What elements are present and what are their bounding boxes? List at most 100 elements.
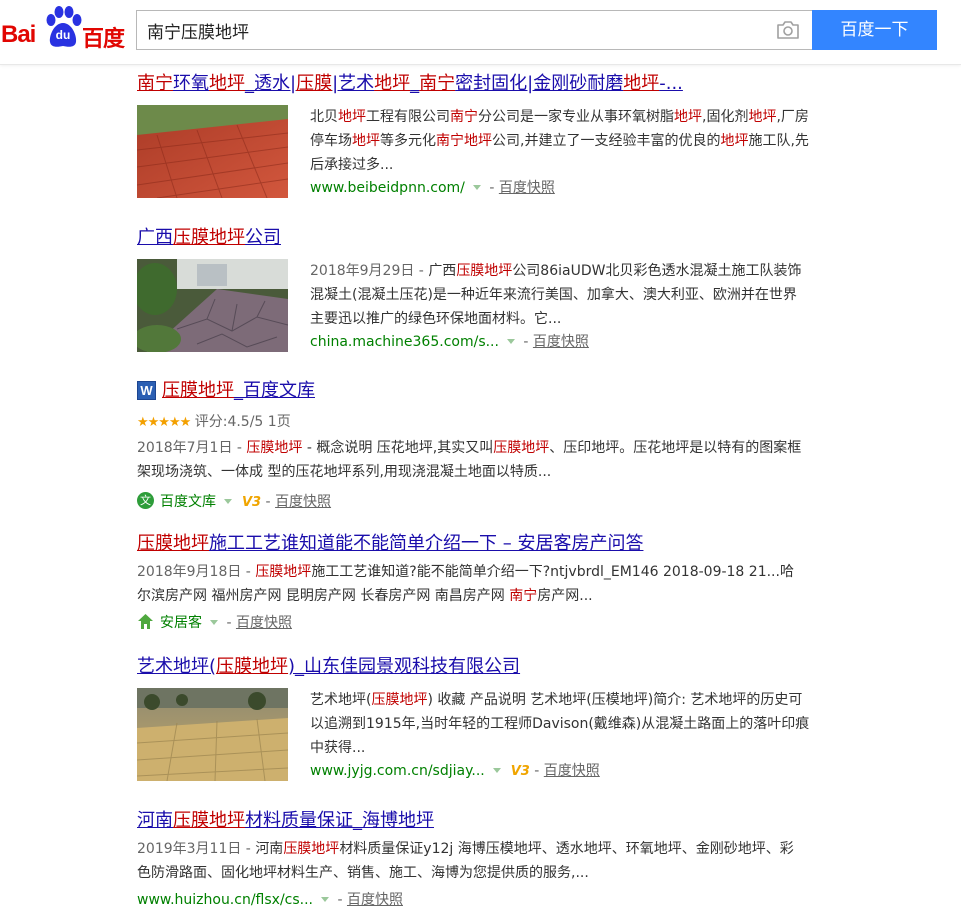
result-abstract: 北贝地坪工程有限公司南宁分公司是一家专业从事环氧树脂地坪,固化剂地坪,厂房停车场… <box>310 105 810 177</box>
result-body: 艺术地坪(压膜地坪) 收藏 产品说明 艺术地坪(压模地坪)简介: 艺术地坪的历史… <box>310 688 810 783</box>
abstract-part: 工程有限公司 <box>366 109 450 125</box>
abstract-part: 分公司是一家专业从事环氧树脂 <box>478 109 674 125</box>
title-part: 压膜地坪 <box>162 380 234 401</box>
title-part: 环氧 <box>173 73 209 94</box>
snapshot-link[interactable]: 百度快照 <box>236 615 292 631</box>
result-thumbnail[interactable] <box>137 688 288 781</box>
result-title-link[interactable]: 河南压膜地坪材料质量保证_海博地坪 <box>137 809 817 833</box>
title-part: 公司 <box>245 227 281 248</box>
result-title-link[interactable]: W 压膜地坪_百度文库 <box>137 379 817 403</box>
snapshot-link[interactable]: 百度快照 <box>275 494 331 510</box>
title-part: |艺术 <box>332 73 375 94</box>
word-document-icon: W <box>137 381 156 400</box>
result-item: 压膜地坪施工工艺谁知道能不能简单介绍一下 – 安居客房产问答 2018年9月18… <box>137 532 817 631</box>
dropdown-arrow-icon[interactable] <box>321 897 330 902</box>
dropdown-arrow-icon[interactable] <box>224 499 232 504</box>
result-url[interactable]: china.machine365.com/s... <box>310 334 499 350</box>
abstract-part: 地坪 <box>674 109 702 125</box>
wenku-icon: 文 <box>137 492 154 509</box>
rating-stars-icon: ★★★★★ <box>137 415 191 430</box>
dropdown-arrow-icon[interactable] <box>506 339 515 344</box>
abstract-part: 地坪 <box>464 133 492 149</box>
v3-badge-icon[interactable]: V3 <box>242 495 261 510</box>
result-url-line: china.machine365.com/s... - 百度快照 <box>310 331 810 353</box>
search-input[interactable] <box>137 11 757 49</box>
result-title-link[interactable]: 压膜地坪施工工艺谁知道能不能简单介绍一下 – 安居客房产问答 <box>137 532 817 556</box>
result-item: 河南压膜地坪材料质量保证_海博地坪 2019年3月11日 - 河南压膜地坪材料质… <box>137 809 817 908</box>
separator: - <box>261 494 276 510</box>
abstract-part: 河南 <box>255 841 284 857</box>
result-url[interactable]: www.beibeidpnn.com/ <box>310 180 465 196</box>
result-title-link[interactable]: 艺术地坪(压膜地坪)_山东佳园景观科技有限公司 <box>137 655 817 679</box>
result-url-line: www.huizhou.cn/flsx/cs... - 百度快照 <box>137 889 403 911</box>
abstract-part: 南宁 <box>509 588 538 604</box>
result-url[interactable]: www.huizhou.cn/flsx/cs... <box>137 892 313 908</box>
result-item: 南宁环氧地坪_透水|压膜|艺术地坪_南宁密封固化|金刚砂耐磨地坪-... 北贝地… <box>137 72 817 198</box>
result-abstract: 2018年9月29日 - 广西压膜地坪公司86iaUDW北贝彩色透水混凝土施工队… <box>310 259 810 331</box>
result-site[interactable]: 安居客 <box>160 615 202 631</box>
result-date: 2019年3月11日 <box>137 841 242 857</box>
dropdown-arrow-icon[interactable] <box>210 620 218 625</box>
snapshot-link[interactable]: 百度快照 <box>533 334 589 350</box>
page-count: 1页 <box>267 414 291 430</box>
search-button[interactable]: 百度一下 <box>812 10 937 50</box>
dropdown-arrow-icon[interactable] <box>472 185 481 190</box>
result-abstract: 2018年9月18日 - 压膜地坪施工工艺谁知道?能不能简单介绍一下?ntjvb… <box>137 560 807 608</box>
result-item: W 压膜地坪_百度文库 ★★★★★ 评分:4.5/5 1页 2018年7月1日 -… <box>137 379 817 510</box>
result-date: 2018年9月18日 <box>137 564 242 580</box>
search-box <box>136 10 812 50</box>
separator: - <box>232 440 247 456</box>
abstract-part: 房产网... <box>537 588 593 604</box>
abstract-part: 压膜地坪 <box>283 841 340 857</box>
result-thumbnail[interactable] <box>137 259 288 352</box>
result-thumbnail[interactable] <box>137 105 288 198</box>
abstract-part: 地坪 <box>352 133 380 149</box>
result-abstract: 2018年7月1日 - 压膜地坪 - 概念说明 压花地坪,其实又叫压膜地坪、压印… <box>137 436 807 484</box>
result-url-line: www.beibeidpnn.com/ - 百度快照 <box>310 177 810 199</box>
title-part: 河南 <box>137 810 173 831</box>
abstract-part: 艺术地坪( <box>310 692 372 708</box>
snapshot-link[interactable]: 百度快照 <box>544 763 600 779</box>
title-part: 压膜地坪 <box>173 227 245 248</box>
separator: - <box>241 564 256 580</box>
baidu-logo[interactable]: Bai du 百度 <box>0 4 130 60</box>
title-part: 施工工艺谁知道能不能简单介绍一下 – 安居客房产问答 <box>209 533 644 554</box>
abstract-part: 公司,并建立了一支经验丰富的优良的 <box>492 133 721 149</box>
abstract-part: 地坪 <box>748 109 777 125</box>
title-part: 南宁 <box>137 73 173 94</box>
result-site[interactable]: 百度文库 <box>160 494 216 510</box>
camera-icon[interactable] <box>776 20 800 40</box>
abstract-part: 压膜地坪 <box>493 440 550 456</box>
result-body: 北贝地坪工程有限公司南宁分公司是一家专业从事环氧树脂地坪,固化剂地坪,厂房停车场… <box>310 105 810 199</box>
search-header: Bai du 百度 百度一下 <box>0 0 961 65</box>
result-title-link[interactable]: 广西压膜地坪公司 <box>137 226 817 250</box>
abstract-part: 压膜地坪 <box>246 440 303 456</box>
result-url-line: 安居客 - 百度快照 <box>137 612 292 634</box>
abstract-part: 压膜地坪 <box>255 564 312 580</box>
separator: - <box>484 180 499 196</box>
abstract-part: - 概念说明 压花地坪,其实又叫 <box>302 440 494 456</box>
title-part: 压膜地坪 <box>173 810 245 831</box>
anjuke-icon <box>137 613 154 630</box>
logo-du-text: du <box>55 28 71 42</box>
snapshot-link[interactable]: 百度快照 <box>499 180 555 196</box>
abstract-part: 北贝 <box>310 109 338 125</box>
separator: - <box>241 841 256 857</box>
abstract-part: 南宁 <box>436 133 464 149</box>
result-title-link[interactable]: 南宁环氧地坪_透水|压膜|艺术地坪_南宁密封固化|金刚砂耐磨地坪-... <box>137 72 817 96</box>
v3-badge-icon[interactable]: V3 <box>511 764 530 779</box>
result-abstract: 2019年3月11日 - 河南压膜地坪材料质量保证y12j 海博压模地坪、透水地… <box>137 837 807 885</box>
dropdown-arrow-icon[interactable] <box>492 768 501 773</box>
snapshot-link[interactable]: 百度快照 <box>347 892 403 908</box>
title-part: -... <box>659 73 683 94</box>
title-part: 压膜地坪 <box>216 656 289 677</box>
title-part: 地坪 <box>209 73 245 94</box>
abstract-part: 压膜地坪 <box>371 692 428 708</box>
title-part: 广西 <box>137 227 173 248</box>
result-date: 2018年7月1日 <box>137 440 233 456</box>
result-url[interactable]: www.jyjg.com.cn/sdjiay... <box>310 763 485 779</box>
abstract-part: 广西 <box>428 263 457 279</box>
abstract-part: 等多元化 <box>380 133 436 149</box>
result-item: 艺术地坪(压膜地坪)_山东佳园景观科技有限公司 艺术地坪(压膜地坪) 收藏 产品… <box>137 655 817 781</box>
title-part: 地坪 <box>374 73 411 94</box>
